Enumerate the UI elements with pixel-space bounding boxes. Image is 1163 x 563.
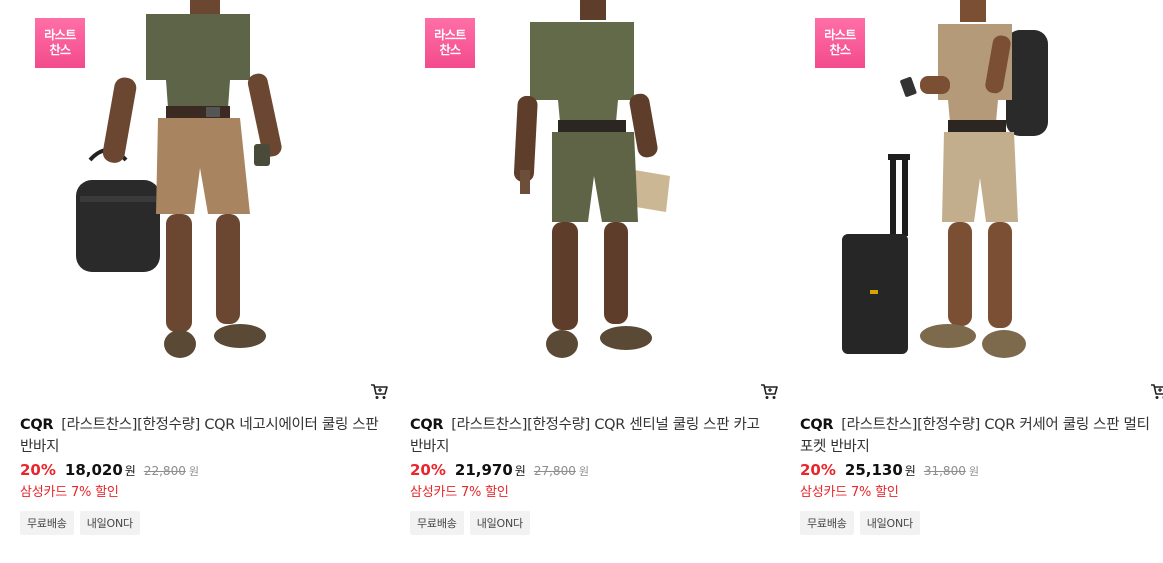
product-title[interactable]: CQR [라스트찬스][한정수량] CQR 커세어 쿨링 스판 멀티포켓 반바지 bbox=[800, 414, 1162, 458]
original-currency-unit: 원 bbox=[578, 465, 589, 478]
original-price: 22,800 bbox=[143, 464, 186, 478]
sale-price: 18,020 bbox=[64, 461, 123, 479]
badge-line: 찬스 bbox=[49, 43, 71, 57]
badge-line: 찬스 bbox=[439, 43, 461, 57]
tag-next-day: 내일ON다 bbox=[79, 511, 140, 535]
currency-unit: 원 bbox=[904, 464, 916, 478]
card-discount: 삼성카드 7% 할인 bbox=[20, 485, 119, 500]
product-name: [라스트찬스][한정수량] CQR 커세어 쿨링 스판 멀티포켓 반바지 bbox=[800, 417, 1150, 455]
tag-list: 무료배송 내일ON다 bbox=[410, 511, 530, 535]
last-chance-badge: 라스트 찬스 bbox=[35, 18, 85, 68]
discount-rate: 20% bbox=[800, 461, 836, 479]
product-image[interactable]: 라스트 찬스 bbox=[18, 0, 388, 372]
card-discount: 삼성카드 7% 할인 bbox=[410, 485, 509, 500]
original-price: 31,800 bbox=[923, 464, 966, 478]
brand-name: CQR bbox=[20, 417, 54, 433]
product-title[interactable]: CQR [라스트찬스][한정수량] CQR 센티널 쿨링 스판 카고 반바지 bbox=[410, 414, 772, 458]
cart-icon[interactable] bbox=[1150, 383, 1163, 403]
tag-list: 무료배송 내일ON다 bbox=[800, 511, 920, 535]
price-row: 20% 18,020 원 22,800 원 bbox=[20, 461, 199, 483]
sale-price: 25,130 bbox=[844, 461, 903, 479]
product-grid: 라스트 찬스 CQR [라스트찬스][한정수량] CQR 네고시에이터 쿨링 스판… bbox=[0, 0, 1163, 563]
cart-icon[interactable] bbox=[370, 383, 392, 403]
currency-unit: 원 bbox=[514, 464, 526, 478]
currency-unit: 원 bbox=[124, 464, 136, 478]
product-name: [라스트찬스][한정수량] CQR 네고시에이터 쿨링 스판 반바지 bbox=[20, 417, 379, 455]
product-card[interactable]: 라스트 찬스 CQR [라스트찬스][한정수량] CQR 네고시에이터 쿨링 스판… bbox=[18, 0, 388, 563]
badge-line: 찬스 bbox=[829, 43, 851, 57]
discount-rate: 20% bbox=[20, 461, 56, 479]
brand-name: CQR bbox=[800, 417, 834, 433]
badge-line: 라스트 bbox=[44, 28, 76, 42]
badge-line: 라스트 bbox=[434, 28, 466, 42]
product-image[interactable]: 라스트 찬스 bbox=[798, 0, 1163, 372]
brand-name: CQR bbox=[410, 417, 444, 433]
badge-line: 라스트 bbox=[824, 28, 856, 42]
product-card[interactable]: 라스트 찬스 CQR [라스트찬스][한정수량] CQR 커세어 쿨링 스판 멀티… bbox=[798, 0, 1163, 563]
product-name: [라스트찬스][한정수량] CQR 센티널 쿨링 스판 카고 반바지 bbox=[410, 417, 760, 455]
price-row: 20% 25,130 원 31,800 원 bbox=[800, 461, 979, 483]
sale-price: 21,970 bbox=[454, 461, 513, 479]
tag-next-day: 내일ON다 bbox=[859, 511, 920, 535]
original-currency-unit: 원 bbox=[968, 465, 979, 478]
last-chance-badge: 라스트 찬스 bbox=[815, 18, 865, 68]
cart-icon[interactable] bbox=[760, 383, 782, 403]
last-chance-badge: 라스트 찬스 bbox=[425, 18, 475, 68]
price-row: 20% 21,970 원 27,800 원 bbox=[410, 461, 589, 483]
tag-free-shipping: 무료배송 bbox=[20, 511, 74, 535]
product-title[interactable]: CQR [라스트찬스][한정수량] CQR 네고시에이터 쿨링 스판 반바지 bbox=[20, 414, 382, 458]
discount-rate: 20% bbox=[410, 461, 446, 479]
card-discount: 삼성카드 7% 할인 bbox=[800, 485, 899, 500]
tag-next-day: 내일ON다 bbox=[469, 511, 530, 535]
product-image[interactable]: 라스트 찬스 bbox=[408, 0, 778, 372]
original-price: 27,800 bbox=[533, 464, 576, 478]
original-currency-unit: 원 bbox=[188, 465, 199, 478]
tag-free-shipping: 무료배송 bbox=[800, 511, 854, 535]
product-card[interactable]: 라스트 찬스 CQR [라스트찬스][한정수량] CQR 센티널 쿨링 스판 카고… bbox=[408, 0, 778, 563]
tag-free-shipping: 무료배송 bbox=[410, 511, 464, 535]
tag-list: 무료배송 내일ON다 bbox=[20, 511, 140, 535]
